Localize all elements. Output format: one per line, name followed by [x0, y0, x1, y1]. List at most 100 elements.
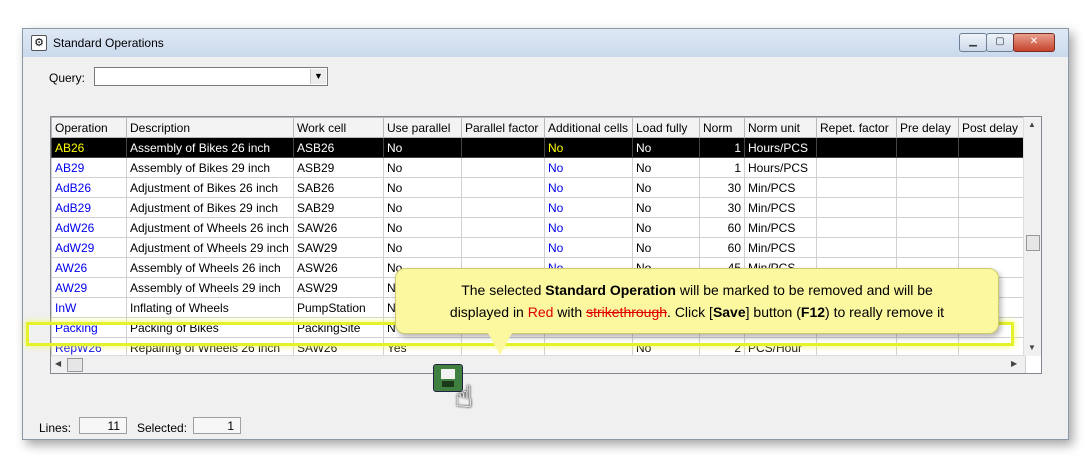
table-row[interactable]: AdW29 Adjustment of Wheels 29 inch SAW29 No… — [51, 237, 1026, 258]
cell-description[interactable]: Adjustment of Wheels 29 inch — [126, 237, 294, 258]
cell-post-delay[interactable] — [958, 137, 1026, 158]
cell-work-cell[interactable]: SAW26 — [293, 217, 384, 238]
cell-use-parallel[interactable]: No — [383, 237, 462, 258]
cell-use-parallel[interactable]: No — [383, 137, 462, 158]
query-dropdown[interactable]: ▼ — [94, 67, 328, 86]
cell-additional-cells[interactable]: No — [544, 197, 633, 218]
cell-additional-cells[interactable]: No — [544, 237, 633, 258]
cell-load-fully[interactable]: No — [632, 217, 700, 238]
cell-norm[interactable]: 1 — [699, 137, 745, 158]
cell-parallel-factor[interactable] — [461, 217, 545, 238]
cell-description[interactable]: Adjustment of Bikes 29 inch — [126, 197, 294, 218]
cell-norm[interactable]: 60 — [699, 237, 745, 258]
chevron-down-icon[interactable]: ▼ — [310, 69, 326, 84]
cell-use-parallel[interactable]: No — [383, 197, 462, 218]
cell-work-cell[interactable]: SAB26 — [293, 177, 384, 198]
cell-load-fully[interactable]: No — [632, 137, 700, 158]
cell-load-fully[interactable]: No — [632, 237, 700, 258]
scroll-right-icon[interactable]: ▶ — [1011, 359, 1017, 368]
cell-work-cell[interactable]: SAB29 — [293, 197, 384, 218]
table-row[interactable]: AdB26 Adjustment of Bikes 26 inch SAB26 No N… — [51, 177, 1026, 198]
cell-use-parallel[interactable]: No — [383, 157, 462, 178]
cell-operation[interactable]: AdW26 — [51, 217, 127, 238]
cell-additional-cells[interactable]: No — [544, 217, 633, 238]
table-row[interactable]: AB29 Assembly of Bikes 29 inch ASB29 No No No… — [51, 157, 1026, 178]
cell-operation[interactable]: AB29 — [51, 157, 127, 178]
column-header-repet-factor[interactable]: Repet. factor — [816, 117, 897, 138]
column-header-norm-unit[interactable]: Norm unit — [744, 117, 817, 138]
column-header-use-parallel[interactable]: Use parallel — [383, 117, 462, 138]
minimize-button[interactable]: ▁ — [959, 33, 987, 52]
cell-pre-delay[interactable] — [896, 157, 959, 178]
column-header-description[interactable]: Description — [126, 117, 294, 138]
cell-description[interactable]: Adjustment of Wheels 26 inch — [126, 217, 294, 238]
cell-operation[interactable]: AdW29 — [51, 237, 127, 258]
scroll-left-icon[interactable]: ◀ — [55, 359, 61, 368]
cell-work-cell[interactable]: PumpStation — [293, 297, 384, 318]
cell-pre-delay[interactable] — [896, 137, 959, 158]
cell-parallel-factor[interactable] — [461, 157, 545, 178]
cell-parallel-factor[interactable] — [461, 137, 545, 158]
cell-norm[interactable]: 30 — [699, 197, 745, 218]
cell-norm[interactable]: 30 — [699, 177, 745, 198]
cell-parallel-factor[interactable] — [461, 237, 545, 258]
cell-pre-delay[interactable] — [896, 237, 959, 258]
cell-post-delay[interactable] — [958, 217, 1026, 238]
cell-description[interactable]: Assembly of Bikes 29 inch — [126, 157, 294, 178]
cell-norm-unit[interactable]: Min/PCS — [744, 177, 817, 198]
cell-description[interactable]: Assembly of Bikes 26 inch — [126, 137, 294, 158]
cell-description[interactable]: Inflating of Wheels — [126, 297, 294, 318]
scroll-down-icon[interactable]: ▼ — [1028, 343, 1036, 352]
cell-pre-delay[interactable] — [896, 177, 959, 198]
cell-norm-unit[interactable]: Min/PCS — [744, 237, 817, 258]
cell-operation[interactable]: AW26 — [51, 257, 127, 278]
cell-operation[interactable]: AW29 — [51, 277, 127, 298]
cell-pre-delay[interactable] — [896, 197, 959, 218]
cell-repet-factor[interactable] — [816, 137, 897, 158]
cell-post-delay[interactable] — [958, 197, 1026, 218]
cell-norm[interactable]: 60 — [699, 217, 745, 238]
cell-work-cell[interactable]: SAW29 — [293, 237, 384, 258]
cell-repet-factor[interactable] — [816, 217, 897, 238]
cell-description[interactable]: Assembly of Wheels 29 inch — [126, 277, 294, 298]
cell-additional-cells[interactable]: No — [544, 137, 633, 158]
cell-use-parallel[interactable]: No — [383, 217, 462, 238]
scroll-up-icon[interactable]: ▲ — [1028, 120, 1036, 129]
cell-repet-factor[interactable] — [816, 157, 897, 178]
cell-load-fully[interactable]: No — [632, 177, 700, 198]
cell-operation[interactable]: AdB29 — [51, 197, 127, 218]
cell-operation[interactable]: InW — [51, 297, 127, 318]
table-row[interactable]: AdB29 Adjustment of Bikes 29 inch SAB29 No N… — [51, 197, 1026, 218]
cell-description[interactable]: Assembly of Wheels 26 inch — [126, 257, 294, 278]
cell-norm-unit[interactable]: Hours/PCS — [744, 157, 817, 178]
column-header-pre-delay[interactable]: Pre delay — [896, 117, 959, 138]
cell-use-parallel[interactable]: No — [383, 177, 462, 198]
cell-work-cell[interactable]: ASW29 — [293, 277, 384, 298]
cell-norm-unit[interactable]: Hours/PCS — [744, 137, 817, 158]
cell-post-delay[interactable] — [958, 237, 1026, 258]
cell-operation[interactable]: AdB26 — [51, 177, 127, 198]
cell-post-delay[interactable] — [958, 177, 1026, 198]
column-header-work-cell[interactable]: Work cell — [293, 117, 384, 138]
column-header-parallel-factor[interactable]: Parallel factor — [461, 117, 545, 138]
cell-norm-unit[interactable]: Min/PCS — [744, 197, 817, 218]
column-header-load-fully[interactable]: Load fully — [632, 117, 700, 138]
cell-post-delay[interactable] — [958, 157, 1026, 178]
cell-repet-factor[interactable] — [816, 197, 897, 218]
cell-additional-cells[interactable]: No — [544, 177, 633, 198]
cell-norm-unit[interactable]: Min/PCS — [744, 217, 817, 238]
table-row[interactable]: AdW26 Adjustment of Wheels 26 inch SAW26 No… — [51, 217, 1026, 238]
column-header-operation[interactable]: Operation — [51, 117, 127, 138]
cell-work-cell[interactable]: ASB26 — [293, 137, 384, 158]
cell-work-cell[interactable]: ASB29 — [293, 157, 384, 178]
cell-parallel-factor[interactable] — [461, 177, 545, 198]
maximize-button[interactable]: ▢ — [986, 33, 1014, 52]
cell-norm[interactable]: 1 — [699, 157, 745, 178]
title-bar[interactable]: ⚙ Standard Operations ▁ ▢ ✕ — [23, 29, 1068, 57]
table-row[interactable]: AB26 Assembly of Bikes 26 inch ASB26 No No No… — [51, 137, 1026, 158]
cell-load-fully[interactable]: No — [632, 197, 700, 218]
vertical-scroll-thumb[interactable] — [1026, 235, 1040, 251]
column-header-norm[interactable]: Norm — [699, 117, 745, 138]
vertical-scrollbar[interactable]: ▲ ▼ — [1023, 117, 1041, 356]
cell-parallel-factor[interactable] — [461, 197, 545, 218]
